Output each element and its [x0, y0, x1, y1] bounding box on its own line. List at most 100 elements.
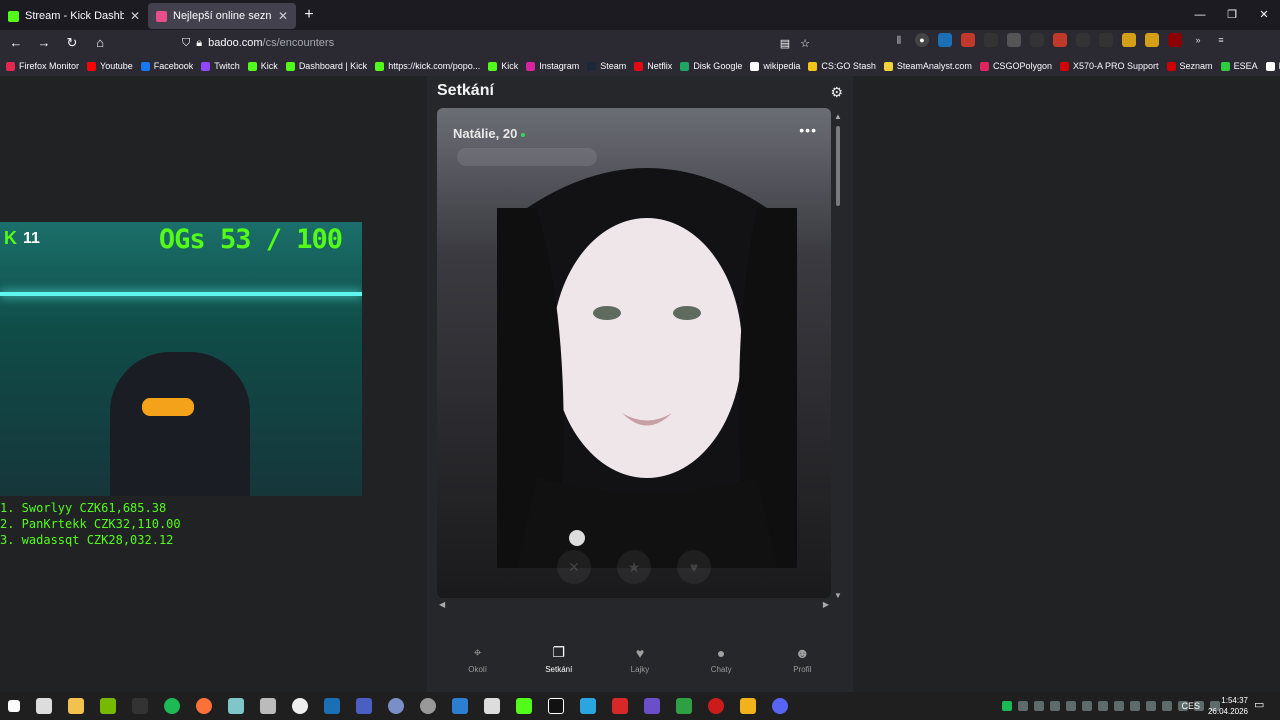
tray-icon[interactable]	[1162, 701, 1172, 711]
firefox-icon[interactable]	[196, 698, 212, 714]
nav-item-setkani[interactable]: ❐ Setkání	[529, 644, 589, 674]
bookmark-item[interactable]: wikipedia	[750, 61, 800, 71]
tray-icon[interactable]	[1050, 701, 1060, 711]
url-bar[interactable]: ⛉ 🔒︎ badoo.com/cs/encounters ▤ ☆	[176, 32, 816, 54]
maximize-button[interactable]: ❐	[1216, 0, 1248, 30]
app-icon[interactable]	[36, 698, 52, 714]
app-icon[interactable]	[388, 698, 404, 714]
library-icon[interactable]: ⫼	[892, 33, 906, 47]
extension-icon[interactable]	[984, 33, 998, 47]
bookmark-item[interactable]: X570-A PRO Support	[1059, 61, 1159, 71]
tab-kick-dashboard[interactable]: Stream - Kick Dashboard ✕	[0, 3, 148, 29]
scroll-thumb[interactable]	[836, 126, 840, 206]
tray-icon[interactable]	[1098, 701, 1108, 711]
new-tab-button[interactable]: +	[296, 6, 322, 24]
extension-badge-icon[interactable]	[1053, 33, 1067, 47]
bookmark-item[interactable]: Instagram	[526, 61, 579, 71]
superlike-button[interactable]: ★	[617, 550, 651, 584]
extension-icon[interactable]	[1076, 33, 1090, 47]
app-icon[interactable]	[580, 698, 596, 714]
extension-icon[interactable]	[1168, 33, 1182, 47]
tray-icon[interactable]	[1114, 701, 1124, 711]
tray-icon[interactable]	[1034, 701, 1044, 711]
calculator-icon[interactable]	[452, 698, 468, 714]
bookmark-item[interactable]: Kick	[488, 61, 518, 71]
app-icon[interactable]	[260, 698, 276, 714]
profile-photo[interactable]: Natálie, 20 ••• ✕ ★ ♥	[437, 108, 831, 598]
spotify-icon[interactable]	[164, 698, 180, 714]
clock-app-icon[interactable]	[292, 698, 308, 714]
extension-icon[interactable]	[1099, 33, 1113, 47]
extension-icon[interactable]	[1145, 33, 1159, 47]
app-icon[interactable]	[420, 698, 436, 714]
bookmark-item[interactable]: CSGOPolygon	[979, 61, 1052, 71]
terminal-icon[interactable]	[132, 698, 148, 714]
nav-item-lajky[interactable]: ♥ Lajky	[610, 645, 670, 674]
clock[interactable]: 1:54:37 26.04.2026	[1208, 695, 1248, 717]
bookmark-item[interactable]: Facebook	[140, 61, 193, 71]
app-icon[interactable]	[356, 698, 372, 714]
tab-badoo[interactable]: Nejlepší online seznamka zdarma ✕	[148, 3, 296, 29]
bookmark-item[interactable]: ESL	[1265, 61, 1280, 71]
notification-icon[interactable]: ▭	[1254, 698, 1268, 712]
tray-icon[interactable]	[1146, 701, 1156, 711]
app-icon[interactable]	[644, 698, 660, 714]
bookmark-item[interactable]: ESEA	[1220, 61, 1258, 71]
discord-icon[interactable]	[772, 698, 788, 714]
horizontal-scrollbar[interactable]: ◀ ▶	[437, 600, 831, 610]
steam-extension-icon[interactable]	[938, 33, 952, 47]
more-options-icon[interactable]: •••	[799, 122, 817, 138]
like-button[interactable]: ♥	[677, 550, 711, 584]
scroll-right-icon[interactable]: ▶	[823, 600, 829, 609]
back-button[interactable]: ←	[4, 31, 28, 55]
bookmark-item[interactable]: CS:GO Stash	[808, 61, 876, 71]
kick-app-icon[interactable]	[548, 698, 564, 714]
app-icon[interactable]	[484, 698, 500, 714]
language-indicator[interactable]: CES	[1181, 692, 1200, 720]
reload-button[interactable]: ↻	[60, 31, 84, 55]
bookmark-item[interactable]: Kick	[247, 61, 278, 71]
bookmark-item[interactable]: Netflix	[634, 61, 672, 71]
lock-icon[interactable]: 🔒︎	[196, 37, 202, 50]
scroll-left-icon[interactable]: ◀	[439, 600, 445, 609]
app-icon[interactable]	[676, 698, 692, 714]
bookmark-item[interactable]: Twitch	[201, 61, 240, 71]
reader-view-icon[interactable]: ▤	[780, 37, 790, 50]
start-button[interactable]	[8, 700, 20, 712]
file-explorer-icon[interactable]	[68, 698, 84, 714]
nav-item-okoli[interactable]: ⌖ Okolí	[448, 644, 508, 674]
bookmark-item[interactable]: Steam	[587, 61, 626, 71]
app-icon[interactable]	[516, 698, 532, 714]
opera-icon[interactable]	[708, 698, 724, 714]
tray-icon[interactable]	[1130, 701, 1140, 711]
nvidia-icon[interactable]	[100, 698, 116, 714]
tray-icon[interactable]	[1018, 701, 1028, 711]
puzzle-extension-icon[interactable]	[1030, 33, 1044, 47]
bookmark-item[interactable]: https://kick.com/popo...	[375, 61, 480, 71]
menu-icon[interactable]: ≡	[1214, 33, 1228, 47]
tray-icon[interactable]	[1082, 701, 1092, 711]
bookmark-item[interactable]: Disk Google	[680, 61, 742, 71]
tray-icon[interactable]	[1066, 701, 1076, 711]
close-tab-icon[interactable]: ✕	[130, 9, 140, 23]
bookmark-item[interactable]: Youtube	[87, 61, 133, 71]
nav-item-chaty[interactable]: ● Chaty	[691, 645, 751, 674]
filter-settings-icon[interactable]: ⚙︎	[830, 84, 843, 101]
forward-button[interactable]: →	[32, 31, 56, 55]
minimize-button[interactable]: —	[1184, 0, 1216, 30]
overflow-chevron-icon[interactable]: »	[1191, 33, 1205, 47]
close-window-button[interactable]: ✕	[1248, 0, 1280, 30]
extension-icon[interactable]	[1007, 33, 1021, 47]
app-icon[interactable]	[612, 698, 628, 714]
bookmark-item[interactable]: Seznam	[1166, 61, 1213, 71]
bookmark-item[interactable]: Dashboard | Kick	[285, 61, 367, 71]
app-icon[interactable]	[228, 698, 244, 714]
vertical-scrollbar[interactable]: ▲ ▼	[834, 112, 842, 600]
scroll-up-icon[interactable]: ▲	[834, 112, 842, 121]
extension-icon[interactable]	[1122, 33, 1136, 47]
app-icon[interactable]	[740, 698, 756, 714]
dislike-button[interactable]: ✕	[557, 550, 591, 584]
close-tab-icon[interactable]: ✕	[278, 9, 288, 23]
bookmark-item[interactable]: Firefox Monitor	[6, 61, 79, 71]
home-button[interactable]: ⌂	[88, 31, 112, 55]
